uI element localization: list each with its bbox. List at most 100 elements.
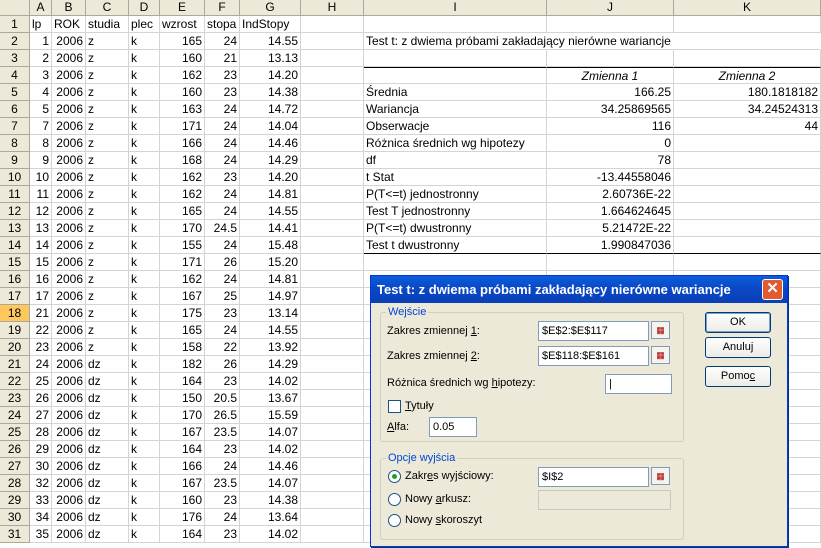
cell-lp[interactable]: 33 (30, 492, 52, 509)
cell-empty[interactable] (301, 458, 364, 475)
cell-plec[interactable]: k (129, 526, 160, 543)
column-header-b[interactable]: B (52, 0, 86, 16)
output-cell[interactable]: 180.1818182 (674, 84, 821, 101)
row-header[interactable]: 30 (0, 509, 30, 526)
cell-wzrost[interactable]: 162 (160, 169, 205, 186)
column-header-c[interactable]: C (86, 0, 129, 16)
cell-ind[interactable]: 14.07 (240, 475, 301, 492)
cell-studia[interactable]: z (86, 288, 129, 305)
row-header[interactable]: 5 (0, 84, 30, 101)
new-sheet-radio[interactable] (388, 493, 401, 506)
column-header-e[interactable]: E (160, 0, 205, 16)
cell-wzrost[interactable]: 182 (160, 356, 205, 373)
cell-ind[interactable]: 14.72 (240, 101, 301, 118)
cell-studia[interactable]: dz (86, 441, 129, 458)
cell-lp[interactable]: 10 (30, 169, 52, 186)
cell-stopa[interactable]: 26 (205, 356, 240, 373)
cell-empty[interactable] (301, 203, 364, 220)
cell-rok[interactable]: 2006 (52, 237, 86, 254)
row-header[interactable]: 14 (0, 237, 30, 254)
cell-lp[interactable]: 24 (30, 356, 52, 373)
cell-stopa[interactable]: 21 (205, 50, 240, 67)
cell-studia[interactable]: dz (86, 509, 129, 526)
cell-ind[interactable]: 15.59 (240, 407, 301, 424)
row-header[interactable]: 23 (0, 390, 30, 407)
cell-ind[interactable]: 14.46 (240, 458, 301, 475)
cell-rok[interactable]: 2006 (52, 152, 86, 169)
alpha-input[interactable]: 0.05 (429, 417, 477, 437)
output-cell[interactable]: 2.60736E-22 (547, 186, 674, 203)
cell-wzrost[interactable]: 171 (160, 254, 205, 271)
cell-ind[interactable]: 13.64 (240, 509, 301, 526)
cell-studia[interactable]: dz (86, 424, 129, 441)
cell-ind[interactable]: 14.97 (240, 288, 301, 305)
row-header[interactable]: 28 (0, 475, 30, 492)
cell-ind[interactable]: 13.13 (240, 50, 301, 67)
cell-rok[interactable]: 2006 (52, 84, 86, 101)
row-header[interactable]: 31 (0, 526, 30, 543)
output-cell[interactable]: 44 (674, 118, 821, 135)
cell-studia[interactable]: dz (86, 458, 129, 475)
cell-rok[interactable]: 2006 (52, 50, 86, 67)
cell-rok[interactable]: 2006 (52, 492, 86, 509)
cell-ind[interactable]: 14.29 (240, 356, 301, 373)
cell-plec[interactable]: k (129, 475, 160, 492)
cell-stopa[interactable]: 24 (205, 101, 240, 118)
cell-ind[interactable]: 14.55 (240, 33, 301, 50)
cell-wzrost[interactable]: 155 (160, 237, 205, 254)
cell-stopa[interactable]: 26 (205, 254, 240, 271)
cell-rok[interactable]: 2006 (52, 458, 86, 475)
row-header[interactable]: 11 (0, 186, 30, 203)
cell-wzrost[interactable]: 167 (160, 424, 205, 441)
cell-studia[interactable]: dz (86, 373, 129, 390)
cell-ind[interactable]: 14.41 (240, 220, 301, 237)
cell-lp[interactable]: 21 (30, 305, 52, 322)
output-cell[interactable] (674, 203, 821, 220)
output-cell[interactable]: 34.24524313 (674, 101, 821, 118)
cell-empty[interactable] (301, 101, 364, 118)
cell-lp[interactable]: 32 (30, 475, 52, 492)
column-header-j[interactable]: J (547, 0, 674, 16)
output-cell[interactable]: Średnia (364, 84, 547, 101)
cell-plec[interactable]: k (129, 390, 160, 407)
new-sheet-input[interactable] (538, 490, 671, 510)
cell-lp[interactable]: 9 (30, 152, 52, 169)
cell-plec[interactable]: k (129, 458, 160, 475)
cell-plec[interactable]: k (129, 288, 160, 305)
row-header[interactable]: 9 (0, 152, 30, 169)
cell-plec[interactable]: k (129, 322, 160, 339)
cell-lp[interactable]: 4 (30, 84, 52, 101)
cell-empty[interactable] (301, 118, 364, 135)
cell-wzrost[interactable]: 167 (160, 475, 205, 492)
output-cell[interactable]: df (364, 152, 547, 169)
cell-empty[interactable] (301, 305, 364, 322)
cell-studia[interactable]: z (86, 220, 129, 237)
cell-plec[interactable]: plec (129, 16, 160, 33)
cell-studia[interactable]: z (86, 33, 129, 50)
cell-empty[interactable] (301, 492, 364, 509)
column-header-f[interactable]: F (205, 0, 240, 16)
cell-wzrost[interactable]: 160 (160, 492, 205, 509)
cell-studia[interactable]: dz (86, 492, 129, 509)
cell-rok[interactable]: 2006 (52, 441, 86, 458)
cell-stopa[interactable]: 24 (205, 203, 240, 220)
cell-empty[interactable] (674, 33, 821, 50)
help-button[interactable]: Pomoc (705, 366, 771, 387)
cell-plec[interactable]: k (129, 33, 160, 50)
cell-rok[interactable]: 2006 (52, 322, 86, 339)
cell-rok[interactable]: 2006 (52, 305, 86, 322)
row-header[interactable]: 12 (0, 203, 30, 220)
column-header-a[interactable]: A (30, 0, 52, 16)
cell-stopa[interactable]: 20.5 (205, 390, 240, 407)
cell-wzrost[interactable]: 165 (160, 322, 205, 339)
cell-empty[interactable] (547, 16, 674, 33)
output-cell[interactable]: 5.21472E-22 (547, 220, 674, 237)
cell-lp[interactable]: 29 (30, 441, 52, 458)
cell-wzrost[interactable]: 164 (160, 373, 205, 390)
cell-rok[interactable]: 2006 (52, 169, 86, 186)
cell-empty[interactable] (301, 424, 364, 441)
cell-studia[interactable]: z (86, 186, 129, 203)
cell-empty[interactable] (301, 169, 364, 186)
output-cell[interactable]: Test T jednostronny (364, 203, 547, 220)
cell-studia[interactable]: z (86, 169, 129, 186)
